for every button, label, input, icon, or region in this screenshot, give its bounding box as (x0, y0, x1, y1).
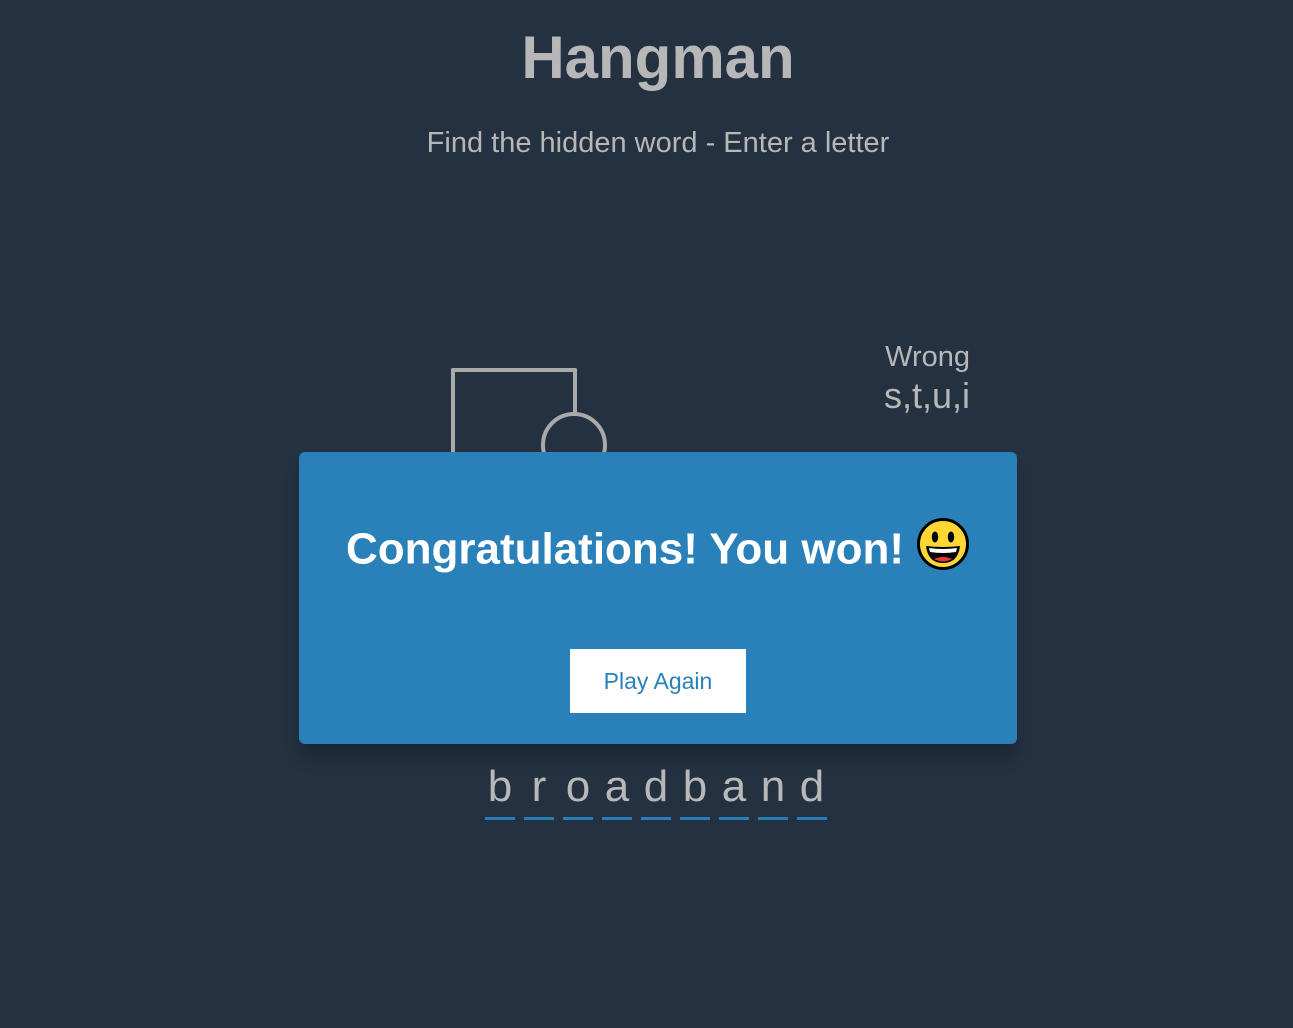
page-title: Hangman (521, 24, 795, 91)
win-popup: Congratulations! You won! Play Again (299, 452, 1017, 744)
letter-slot: d (797, 759, 827, 820)
wrong-letters: s,t,u,i (883, 375, 970, 417)
wrong-letters-panel: Wrong s,t,u,i (884, 339, 970, 417)
hangman-gallows-figure (451, 368, 607, 478)
play-again-button[interactable]: Play Again (570, 649, 746, 713)
letter-slot: b (680, 759, 710, 820)
letter-slot: b (485, 759, 515, 820)
grinning-face-icon (916, 517, 970, 579)
letter-slot: r (524, 759, 554, 820)
letter-slot: a (602, 759, 632, 820)
wrong-label: Wrong (885, 341, 970, 373)
word-display: b r o a d b a n d (485, 759, 827, 820)
letter-slot: n (758, 759, 788, 820)
letter-slot: a (719, 759, 749, 820)
popup-message-row: Congratulations! You won! (299, 518, 1017, 579)
letter-slot: o (563, 759, 593, 820)
letter-slot: d (641, 759, 671, 820)
instruction-text: Find the hidden word - Enter a letter (426, 127, 890, 159)
win-message: Congratulations! You won! (345, 524, 905, 574)
